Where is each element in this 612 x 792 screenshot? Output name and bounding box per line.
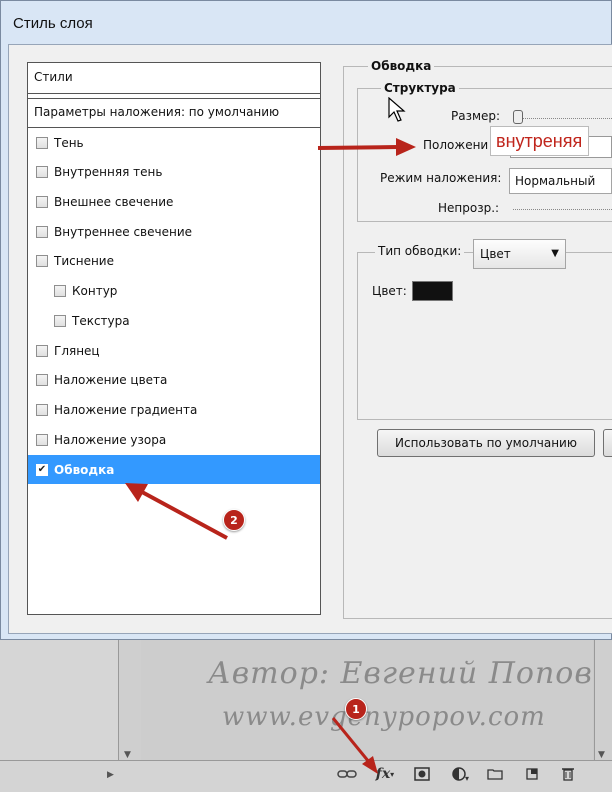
checkbox[interactable]	[36, 344, 48, 357]
checkbox[interactable]	[36, 225, 48, 238]
style-item-inner-glow[interactable]: Внутреннее свечение	[28, 217, 320, 246]
blend-mode-select[interactable]: Нормальный	[509, 168, 612, 194]
style-item-satin[interactable]: Глянец	[28, 336, 320, 365]
style-item-gradient-overlay[interactable]: Наложение градиента	[28, 395, 320, 424]
style-item-label: Наложение узора	[54, 432, 167, 447]
position-label: Положени	[423, 138, 489, 152]
size-slider-thumb[interactable]	[513, 110, 523, 124]
watermark-author: Автор: Евгений Попов	[208, 656, 593, 691]
style-item-contour[interactable]: Контур	[28, 276, 320, 305]
style-item-texture[interactable]: Текстура	[28, 306, 320, 335]
style-item-bevel[interactable]: Тиснение	[28, 246, 320, 275]
scroll-down-icon[interactable]: ▼	[598, 750, 605, 760]
trash-icon[interactable]	[558, 765, 578, 783]
checkbox[interactable]	[36, 165, 48, 178]
reset-default-button[interactable]	[603, 429, 612, 457]
checkbox[interactable]	[36, 195, 48, 208]
style-item-label: Текстура	[72, 313, 130, 328]
checkbox[interactable]	[36, 254, 48, 267]
style-item-label: Внутренняя тень	[54, 164, 163, 179]
blend-mode-label: Режим наложения:	[380, 171, 502, 185]
scroll-down-icon[interactable]: ▼	[124, 750, 131, 760]
structure-title: Структура	[381, 81, 459, 95]
fill-type-label: Тип обводки:	[375, 244, 465, 258]
style-item-label: Глянец	[54, 343, 100, 358]
bottom-left-bar	[0, 760, 141, 792]
annotation-badge-1: 1	[345, 698, 367, 720]
scroll-right-icon[interactable]: ▶	[107, 770, 114, 780]
styles-list: Стили Параметры наложения: по умолчанию …	[27, 62, 321, 615]
opacity-label: Непрозр.:	[438, 201, 500, 215]
style-item-stroke[interactable]: ✔ Обводка	[28, 455, 320, 484]
fill-type-value: Цвет	[480, 247, 511, 261]
dropdown-caret-icon: ▼	[551, 248, 559, 259]
watermark-url: www.evgenypopov.com	[222, 702, 546, 732]
opacity-slider-track[interactable]	[513, 209, 612, 210]
stroke-section-title: Обводка	[368, 59, 435, 73]
fill-type-select[interactable]: Цвет ▼	[473, 239, 566, 269]
style-item-label: Контур	[72, 283, 118, 298]
style-item-label: Тиснение	[54, 253, 114, 268]
fill-type-group	[357, 252, 612, 420]
checkbox[interactable]	[54, 284, 66, 297]
position-annotation: внутреняя	[490, 126, 590, 156]
link-icon[interactable]	[337, 765, 357, 783]
color-label: Цвет:	[372, 284, 407, 298]
style-item-label: Обводка	[54, 462, 115, 477]
styles-header[interactable]: Стили	[28, 63, 320, 94]
style-item-inner-shadow[interactable]: Внутренняя тень	[28, 157, 320, 186]
style-item-label: Внутреннее свечение	[54, 224, 192, 239]
checkbox[interactable]	[36, 373, 48, 386]
style-item-pattern-overlay[interactable]: Наложение узора	[28, 425, 320, 454]
size-label: Размер:	[451, 109, 501, 123]
mouse-cursor-icon	[388, 97, 406, 122]
checkbox[interactable]	[36, 136, 48, 149]
fx-icon[interactable]: fx ▾	[375, 765, 395, 783]
style-item-outer-glow[interactable]: Внешнее свечение	[28, 187, 320, 216]
folder-icon[interactable]	[485, 765, 505, 783]
size-slider-track[interactable]	[513, 118, 612, 119]
checkbox[interactable]	[36, 403, 48, 416]
new-layer-icon[interactable]	[522, 765, 542, 783]
adjustment-icon[interactable]: ▾	[451, 765, 471, 783]
left-scrollbar[interactable]	[118, 640, 142, 760]
color-swatch[interactable]	[412, 281, 453, 301]
use-default-button[interactable]: Использовать по умолчанию	[377, 429, 595, 457]
right-scrollbar[interactable]	[594, 640, 612, 760]
checkbox-checked[interactable]: ✔	[36, 463, 48, 476]
mask-icon[interactable]	[412, 765, 432, 783]
style-item-color-overlay[interactable]: Наложение цвета	[28, 365, 320, 394]
checkbox[interactable]	[54, 314, 66, 327]
style-item-label: Внешнее свечение	[54, 194, 174, 209]
svg-text:▾: ▾	[465, 774, 469, 782]
style-item-label: Наложение градиента	[54, 402, 198, 417]
style-item-shadow[interactable]: Тень	[28, 128, 320, 157]
annotation-badge-2: 2	[223, 509, 245, 531]
style-item-label: Тень	[54, 135, 84, 150]
blending-options-item[interactable]: Параметры наложения: по умолчанию	[28, 98, 320, 128]
style-item-label: Наложение цвета	[54, 372, 168, 387]
checkbox[interactable]	[36, 433, 48, 446]
dialog-title: Стиль слоя	[13, 15, 93, 32]
